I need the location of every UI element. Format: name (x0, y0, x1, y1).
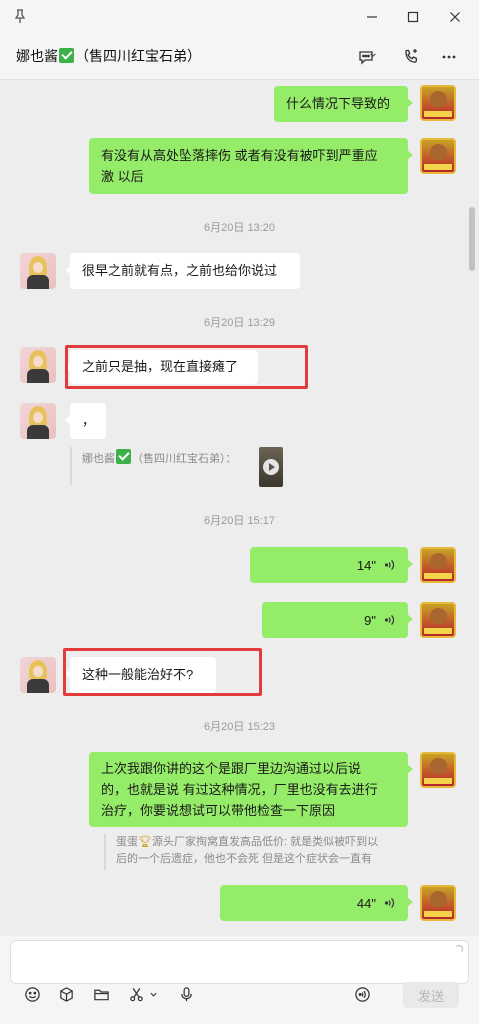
my-avatar[interactable] (420, 752, 456, 788)
voice-duration: 14" (356, 557, 376, 573)
contact-avatar[interactable] (20, 403, 56, 439)
timestamp: 6月20日 15:17 (204, 515, 275, 527)
maximize-icon[interactable] (401, 6, 425, 28)
video-thumbnail[interactable] (259, 447, 283, 487)
message-text: 有没有从高处坠落摔伤 或者有没有被吓到严重应 (101, 148, 378, 163)
chevron-down-icon[interactable] (368, 50, 378, 60)
quote-author: 蛋蛋 (116, 836, 138, 848)
message-text: ， (82, 413, 96, 428)
minimize-icon[interactable] (360, 6, 384, 28)
contact-avatar[interactable] (20, 347, 56, 383)
my-avatar[interactable] (420, 547, 456, 583)
timestamp: 6月20日 13:29 (204, 317, 275, 329)
contact-name[interactable]: 娜也酱 （售四川红宝石弟） (16, 46, 201, 66)
voice-message[interactable]: 14" (250, 547, 413, 583)
contact-name-prefix: 娜也酱 (16, 48, 58, 64)
message-text: 什么情况下导致的 (286, 96, 391, 111)
pin-icon[interactable] (12, 8, 28, 24)
message-text: 很早之前就有点，之前也给你说过 (82, 263, 278, 278)
voice-duration: 9" (364, 612, 376, 628)
voice-wave-icon (384, 560, 395, 570)
message-text: 上次我跟你讲的这个是跟厂里边沟通过以后说 (101, 761, 362, 776)
outgoing-message[interactable]: 什么情况下导致的 (274, 86, 413, 122)
my-avatar[interactable] (420, 85, 456, 121)
contact-avatar[interactable] (20, 253, 56, 289)
quote-author-suffix: （售四川红宝石弟）： (132, 453, 237, 465)
scissors-icon[interactable] (126, 984, 146, 1004)
timestamp: 6月20日 15:23 (204, 721, 275, 733)
message-text: 的，也就是说 有过这种情况，厂里也没有去进行 (101, 782, 378, 797)
verified-check-icon (59, 48, 74, 63)
highlight-box (63, 648, 262, 696)
quoted-message[interactable]: 蛋蛋🏆︎源头厂家掏窝直发高品低价: 就是类似被吓到以 后的一个后遗症，他也不会死… (104, 834, 408, 870)
contact-name-suffix: （售四川红宝石弟） (75, 48, 201, 64)
message-input[interactable] (10, 940, 469, 984)
message-list[interactable]: 什么情况下导致的 有没有从高处坠落摔伤 或者有没有被吓到严重应 激 以后 6月2… (0, 81, 479, 936)
microphone-icon[interactable] (176, 984, 196, 1004)
folder-icon[interactable] (91, 984, 111, 1004)
quoted-message[interactable]: 娜也酱 （售四川红宝石弟）： (70, 447, 260, 485)
message-text: 治疗，你要说想试可以带他检查一下原因 (101, 803, 336, 818)
chevron-down-icon[interactable] (146, 984, 160, 1004)
quote-text: 源头厂家掏窝直发高品低价: 就是类似被吓到以 (151, 836, 379, 848)
my-avatar[interactable] (420, 602, 456, 638)
emoji-icon[interactable] (22, 984, 42, 1004)
quote-text: 后的一个后遗症，他也不会死 但是这个症状会一直有 (116, 853, 373, 865)
voice-duration: 44" (356, 895, 376, 911)
incoming-message[interactable]: 很早之前就有点，之前也给你说过 (65, 253, 300, 289)
cube-icon[interactable] (56, 984, 76, 1004)
scrollbar-thumb[interactable] (469, 207, 475, 271)
outgoing-message[interactable]: 有没有从高处坠落摔伤 或者有没有被吓到严重应 激 以后 (89, 138, 413, 194)
quote-author: 娜也酱 (82, 453, 115, 465)
my-avatar[interactable] (420, 138, 456, 174)
message-text: 激 以后 (101, 169, 144, 184)
contact-avatar[interactable] (20, 657, 56, 693)
more-icon[interactable] (438, 46, 460, 68)
voice-wave-icon (384, 898, 395, 908)
verified-check-icon (116, 449, 131, 464)
voice-message[interactable]: 44" (220, 885, 413, 921)
timestamp: 6月20日 13:20 (204, 222, 275, 234)
voice-message[interactable]: 9" (262, 602, 413, 638)
chat-header: 娜也酱 （售四川红宝石弟） (0, 34, 479, 80)
highlight-box (65, 345, 308, 389)
send-button[interactable]: 发送 (403, 982, 459, 1008)
my-avatar[interactable] (420, 885, 456, 921)
close-icon[interactable] (443, 6, 467, 28)
play-icon (263, 459, 279, 475)
phone-icon[interactable] (400, 46, 422, 68)
trophy-icon: 🏆︎ (138, 836, 152, 848)
outgoing-message[interactable]: 上次我跟你讲的这个是跟厂里边沟通过以后说 的，也就是说 有过这种情况，厂里也没有… (89, 752, 413, 827)
incoming-message[interactable]: ， (65, 403, 106, 439)
composer: 发送 (0, 936, 479, 1024)
voice-input-icon[interactable] (352, 984, 372, 1004)
title-bar (0, 0, 479, 34)
loading-icon (455, 945, 463, 953)
voice-wave-icon (384, 615, 395, 625)
